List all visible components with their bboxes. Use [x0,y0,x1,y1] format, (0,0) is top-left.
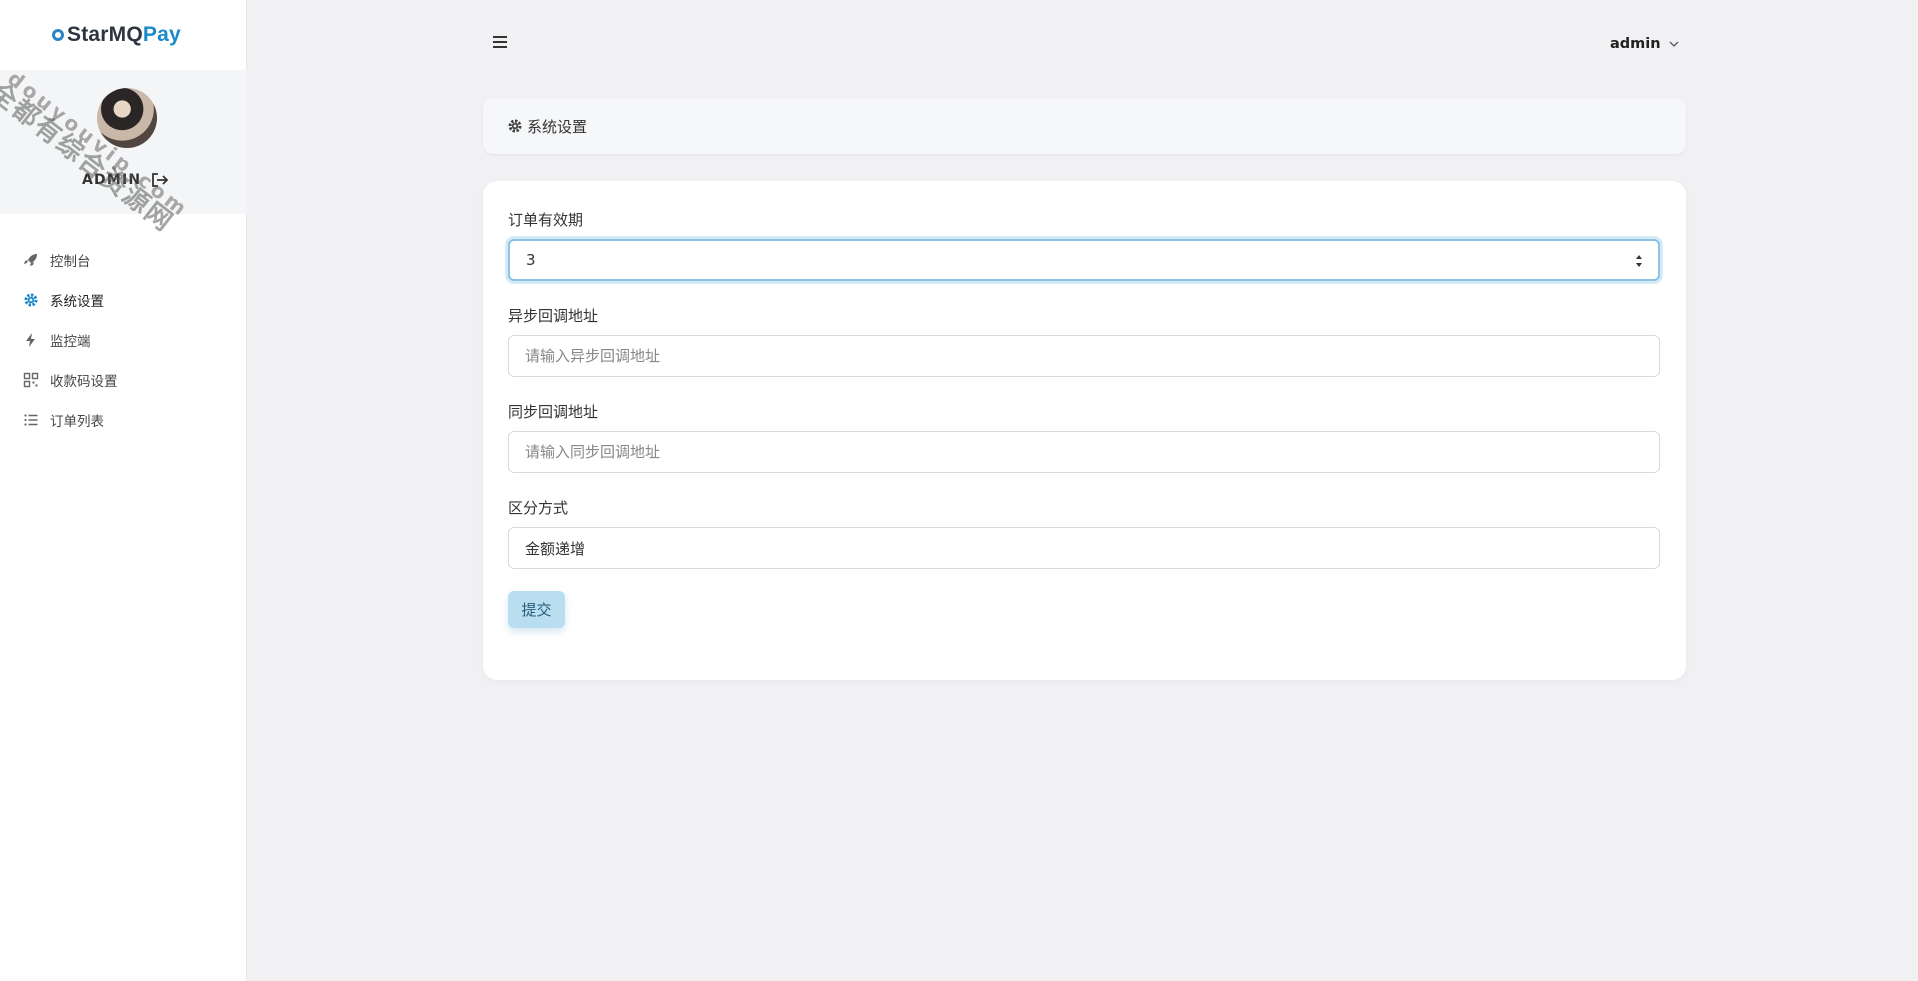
expire-input[interactable] [526,251,1642,269]
top-header: admin [247,0,1918,90]
sidebar-item-qrcode[interactable]: 收款码设置 [0,360,247,400]
bolt-icon [22,331,40,349]
brand-logo: StarMQ Pay [52,23,181,47]
return-url-input-wrapper [508,431,1660,473]
mode-field: 区分方式 金额递增 [508,497,1660,569]
brand-name-part1: StarMQ [67,23,143,46]
user-dropdown[interactable]: admin [1610,36,1679,52]
chevron-down-icon [1669,41,1679,47]
submit-button[interactable]: 提交 [508,591,565,628]
list-icon [22,411,40,429]
mode-select[interactable]: 金额递增 [508,527,1660,569]
sidebar-item-dashboard[interactable]: 控制台 [0,240,247,280]
notify-url-label: 异步回调地址 [508,307,599,325]
number-spinner-icon[interactable] [1634,251,1644,271]
notify-url-input-wrapper [508,335,1660,377]
expire-field: 订单有效期 [508,209,1660,281]
page-title: 系统设置 [527,117,588,136]
notify-url-field: 异步回调地址 [508,305,1660,377]
brand-name-part2: Pay [142,23,181,46]
sidebar-menu: 控制台 系统设置 监控端 收款码设置 订单列表 [0,240,247,440]
return-url-label: 同步回调地址 [508,403,599,421]
logo-icon [52,29,64,41]
return-url-input[interactable] [525,443,1643,461]
brand[interactable]: StarMQ Pay [0,0,246,70]
avatar [97,88,157,148]
expire-label: 订单有效期 [508,211,584,229]
sidebar-item-settings[interactable]: 系统设置 [0,280,247,320]
sidebar: StarMQ Pay ADMIN 控制台 系统设置 监控端 收款码设置 订单列表… [0,0,247,981]
sidebar-item-label: 收款码设置 [50,374,118,390]
sidebar-item-orders[interactable]: 订单列表 [0,400,247,440]
sidebar-item-monitor[interactable]: 监控端 [0,320,247,360]
sidebar-item-label: 系统设置 [50,294,104,310]
sidebar-item-label: 监控端 [50,334,91,350]
sidebar-item-label: 控制台 [50,254,91,270]
logout-icon[interactable] [151,172,169,188]
profile-name-text: ADMIN [82,172,142,188]
mode-label: 区分方式 [508,499,569,517]
qrcode-icon [22,371,40,389]
return-url-field: 同步回调地址 [508,401,1660,473]
settings-form: 订单有效期 异步回调地址 同步回调地址 区分方式 金额递增 提交 [483,181,1686,680]
profile-name: ADMIN [82,172,169,188]
rocket-icon [22,251,40,269]
notify-url-input[interactable] [525,347,1643,365]
expire-input-wrapper [508,239,1660,281]
gear-icon [22,291,40,309]
mode-selected-value: 金额递增 [525,539,586,558]
user-name: admin [1610,36,1661,52]
page-title-card: 系统设置 [483,98,1686,154]
profile-panel: ADMIN [0,70,247,214]
menu-toggle-icon[interactable] [493,36,507,48]
gear-icon [508,119,522,133]
sidebar-item-label: 订单列表 [50,414,104,430]
